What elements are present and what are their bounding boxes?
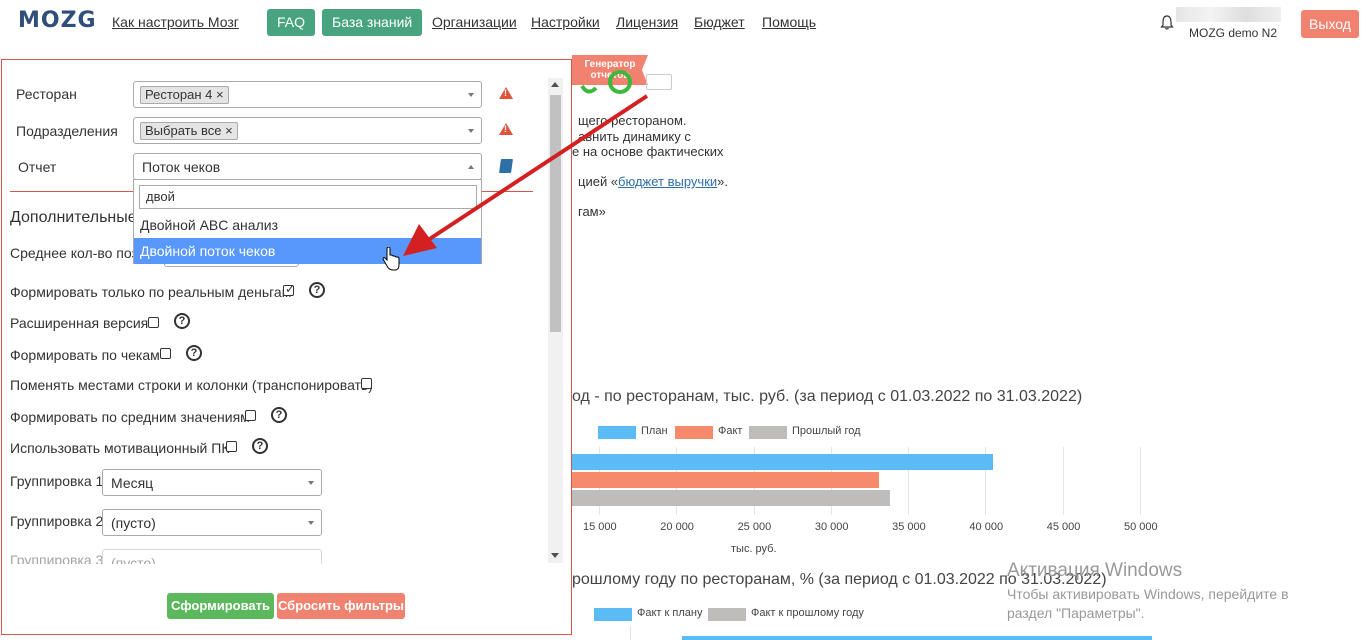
grouping1-select[interactable]: Месяц — [102, 469, 322, 496]
help-icon[interactable]: ? — [174, 313, 190, 329]
knowledge-base-button[interactable]: База знаний — [322, 9, 423, 36]
gridline — [630, 626, 631, 640]
grouping3-select[interactable]: (пусто) — [102, 549, 322, 564]
grouping1-value: Месяц — [111, 475, 154, 491]
help-icon[interactable]: ? — [309, 282, 325, 298]
help-icon[interactable]: ? — [252, 438, 268, 454]
grouping2-value: (пусто) — [111, 515, 156, 531]
report-select-value: Поток чеков — [142, 159, 221, 175]
faq-button[interactable]: FAQ — [267, 9, 316, 36]
x-tick-label: 25 000 — [737, 521, 772, 533]
scroll-down-arrow[interactable] — [551, 553, 559, 558]
report-label: Отчет — [18, 159, 57, 175]
annotation-arrow-icon — [403, 94, 649, 256]
grouping1-label: Группировка 1 — [10, 473, 104, 489]
check-motivation-checkbox[interactable] — [226, 441, 237, 452]
x-tick-label: 40 000 — [969, 521, 1004, 533]
chevron-down-icon — [308, 481, 314, 485]
check-real-money-checkbox[interactable] — [283, 282, 295, 296]
help-icon[interactable]: ? — [271, 407, 287, 423]
nav-settings[interactable]: Настройки — [531, 14, 600, 30]
logout-button[interactable]: Выход — [1301, 10, 1359, 38]
x-tick-label: 30 000 — [814, 521, 849, 533]
windows-activation-text: Чтобы активировать Windows, перейдите вр… — [1007, 586, 1289, 621]
x-axis-label: тыс. руб. — [731, 543, 777, 555]
division-tag[interactable]: Выбрать все × — [140, 122, 238, 140]
hand-cursor-icon — [382, 247, 400, 271]
nav-help[interactable]: Помощь — [762, 14, 816, 30]
grouping2-select[interactable]: (пусто) — [102, 509, 322, 536]
check-motivation-label: Использовать мотивационный ПК — [10, 440, 230, 456]
check-extended-checkbox[interactable] — [148, 317, 159, 328]
legend-swatch[interactable] — [594, 608, 632, 621]
username[interactable]: MOZG demo N2 — [1189, 26, 1277, 40]
chart-bar[interactable] — [572, 472, 879, 488]
nav-how-to-setup[interactable]: Как настроить Мозг — [112, 14, 239, 30]
legend-swatch[interactable] — [598, 426, 636, 439]
legend-label[interactable]: Факт к плану — [637, 607, 702, 619]
nav-organizations[interactable]: Организации — [432, 14, 517, 30]
check-transpose-label: Поменять местами строки и колонки (транс… — [10, 377, 373, 393]
check-transpose-checkbox[interactable] — [361, 378, 372, 389]
nav-license[interactable]: Лицензия — [616, 14, 678, 30]
check-by-receipts-checkbox[interactable] — [160, 348, 171, 359]
chart-bar[interactable] — [572, 454, 994, 470]
grouping2-label: Группировка 2 — [10, 513, 104, 529]
legend-label[interactable]: Прошлый год — [792, 425, 861, 437]
x-tick-label: 20 000 — [660, 521, 694, 533]
grouping3-row-clipped: Группировка 3 (пусто) — [2, 548, 546, 564]
x-tick-label: 50 000 — [1124, 521, 1158, 533]
mozg-logo[interactable]: MOZG — [18, 8, 97, 33]
check-real-money-label: Формировать только по реальным деньгам — [10, 284, 292, 300]
grouping3-value: (пусто) — [111, 555, 156, 564]
additional-section-title: Дополнительные — [10, 209, 137, 226]
x-tick-label: 15 000 — [583, 521, 617, 533]
reset-filters-button[interactable]: Сбросить фильтры — [277, 593, 405, 619]
chart1-title: од - по ресторанам, тыс. руб. (за период… — [572, 388, 1083, 405]
check-averages-label: Формировать по средним значениям — [10, 409, 250, 425]
restaurant-label: Ресторан — [16, 86, 77, 102]
x-tick-label: 35 000 — [892, 521, 926, 533]
windows-activation-title: Активация Windows — [1007, 560, 1183, 581]
legend-label[interactable]: Факт — [718, 425, 742, 437]
check-averages-checkbox[interactable] — [245, 410, 256, 421]
check-by-receipts-label: Формировать по чекам — [10, 347, 160, 363]
restaurant-tag[interactable]: Ресторан 4 × — [140, 86, 229, 104]
avg-positions-label: Среднее кол-во поз — [10, 245, 138, 261]
nav-budget[interactable]: Бюджет — [694, 14, 745, 30]
division-label: Подразделения — [16, 123, 118, 139]
bell-icon[interactable] — [1160, 15, 1174, 30]
chart-bar[interactable] — [682, 636, 1152, 640]
generate-button[interactable]: Сформировать — [167, 593, 274, 619]
x-tick-label: 45 000 — [1046, 521, 1081, 533]
legend-swatch[interactable] — [708, 608, 746, 621]
legend-swatch[interactable] — [675, 426, 713, 439]
laptop-icon — [646, 74, 672, 90]
grouping3-label: Группировка 3 — [10, 552, 104, 564]
scroll-up-arrow[interactable] — [551, 82, 559, 87]
user-avatar-blurred — [1176, 7, 1281, 22]
legend-label[interactable]: Факт к прошлому году — [751, 607, 864, 619]
top-navbar: MOZG Как настроить Мозг FAQ База знаний … — [0, 0, 1366, 46]
chart-bar[interactable] — [572, 490, 890, 506]
legend-label[interactable]: План — [641, 425, 668, 437]
gridline — [1062, 447, 1064, 515]
gridline — [1140, 447, 1141, 515]
legend-swatch[interactable] — [749, 426, 787, 439]
check-extended-label: Расширенная версия — [10, 315, 149, 331]
chevron-down-icon — [308, 521, 314, 525]
help-icon[interactable]: ? — [186, 345, 202, 361]
